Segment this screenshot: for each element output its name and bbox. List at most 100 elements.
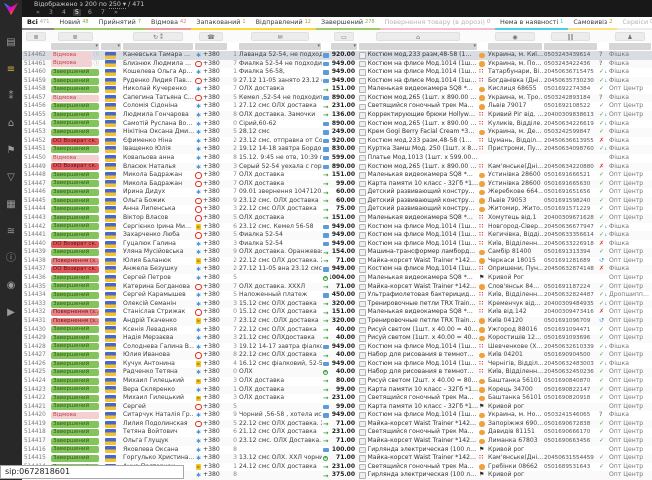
table-row[interactable]: 514429ЗавершенийНадія Мерзаєва∗+380321.1…	[22, 334, 652, 343]
tab-Запакований[interactable]: Запакований1	[191, 17, 250, 30]
filter-source[interactable]	[609, 43, 651, 50]
table-row[interactable]: 514448ЗавершенийМикола Бадражан+3807ОЛХ …	[22, 171, 652, 180]
table-row[interactable]: 514415ЗавершенийГоргулько Христина…∗+380…	[22, 454, 652, 463]
table-row[interactable]: 514425ЗавершенийРадченко Тетяна∗+3800ОЛХ…	[22, 368, 652, 377]
table-row[interactable]: 514430ЗавершенийКсенія Левадняя∗+380722.…	[22, 326, 652, 335]
info-icon[interactable]: ⓘ	[0, 245, 22, 272]
stats-icon[interactable]: ▦	[0, 191, 22, 218]
pager-page-3[interactable]: 3	[47, 9, 55, 16]
table-row[interactable]: 514442ЗавершенийСергієнко Ірина Ми…lc+38…	[22, 223, 652, 232]
table-row[interactable]: 514440DO Возврат ск.Гуцалюк Галина∗+3803…	[22, 240, 652, 249]
table-row[interactable]: 514432Повернення (з…Станіслав Стрижак+38…	[22, 308, 652, 317]
table-row[interactable]: 514449DO Возврат ск.Власюк Наталья∗+3803…	[22, 163, 652, 172]
tab-Сервіси[interactable]: Сервіси0	[617, 17, 652, 30]
partners-icon[interactable]: ◉	[0, 272, 22, 299]
filter-name[interactable]	[123, 43, 193, 50]
table-row[interactable]: 514421ЗавершенийСергей+380599.00Карта па…	[22, 403, 652, 412]
customers-icon[interactable]: ⁑	[0, 83, 22, 110]
per-page-dropdown[interactable]: 250 ▾	[109, 1, 126, 9]
pager-page-6[interactable]: 6	[86, 9, 94, 16]
table-row[interactable]: 514447ЗавершенийМикола Бадражан+3807ОЛХ …	[22, 180, 652, 189]
filter-product[interactable]: ▾	[359, 43, 477, 50]
table-row[interactable]: 514435ЗавершенийКатерина Богданова+3807О…	[22, 283, 652, 292]
table-row[interactable]: 514423ЗавершенийВера Скляренко∗+3801ОЛХ …	[22, 386, 652, 395]
tab-Всі[interactable]: Всі471	[22, 17, 54, 30]
pager-page-5[interactable]: 5	[73, 9, 81, 16]
table-row[interactable]: 514436ЗавершенийСергей Петров∗+3805₴1004…	[22, 274, 652, 283]
tab-Повернення товару (в дорозі)[interactable]: Повернення товару (в дорозі)0	[380, 17, 495, 30]
dashboard-icon[interactable]: ▤	[0, 29, 22, 56]
table-row[interactable]: 514418ЗавершенийТетяна Войтович∗+380621.…	[22, 428, 652, 437]
tab-Прийнятий[interactable]: Прийнятий7	[94, 17, 146, 30]
table-row[interactable]: 514445ЗавершенийОльга Божик+380923.12 см…	[22, 197, 652, 206]
table-row[interactable]: 514422ЗавершенийМихаил Гилецькийlc+3803О…	[22, 394, 652, 403]
orders-icon[interactable]: ≡	[0, 56, 22, 83]
pager-last-icon[interactable]: »	[112, 9, 120, 16]
table-row[interactable]: 514434ЗавершенийСергей Карамышев∗+3805На…	[22, 291, 652, 300]
table-row[interactable]: 514451ЗавершенийІващенко Юлія∗+380219.12…	[22, 145, 652, 154]
settings-icon[interactable]: ≋	[0, 218, 22, 245]
tab-Самовивіз[interactable]: Самовивіз2	[568, 17, 617, 30]
money-icon[interactable]: ▭	[334, 32, 354, 41]
table-row[interactable]: 514461ВідмоваⓘБлизнюк Людмила …+3807Фиал…	[22, 60, 652, 69]
table-row[interactable]: 514459ЗавершенийРуденко Лидия Пав…+38092…	[22, 77, 652, 86]
filter-tracking[interactable]	[544, 43, 597, 50]
tab-Завершений[interactable]: Завершений278	[316, 17, 380, 30]
products-icon[interactable]: ⚑	[0, 137, 22, 164]
table-row[interactable]: 514419ЗавершенийЛилия Подолинская+380522…	[22, 420, 652, 429]
filter-comment[interactable]: ▾	[239, 43, 321, 50]
table-row[interactable]: 514452DO Возврат ск.Єфименко Ніна∗+38022…	[22, 137, 652, 146]
pager-page-4[interactable]: 4	[60, 9, 68, 16]
comment-icon[interactable]: ✉	[251, 32, 310, 41]
table-row[interactable]: 514441ЗавершенийЗахарченко Люба+3805Фиал…	[22, 231, 652, 240]
tab-Відправлений[interactable]: Відправлений12	[251, 17, 316, 30]
table-row[interactable]: 514420ВідмоваСитарчук Наталія Гр…∗+3809Ч…	[22, 411, 652, 420]
filter-price[interactable]: ▾	[331, 43, 357, 50]
status-icon[interactable]: ≣	[58, 32, 93, 41]
table-row[interactable]: 514431Повернення (з…Андрій Ткаченкоlc+38…	[22, 317, 652, 326]
table-row[interactable]: 514439ЗавершенийУляна Мусійовська∗+3809О…	[22, 248, 652, 257]
order-list-icon[interactable]: ≣	[26, 32, 46, 41]
location-pin-icon[interactable]: ◉	[495, 32, 534, 41]
person-icon[interactable]: ♟	[615, 32, 646, 41]
table-row[interactable]: 514437DO Возврат ск.Анжела Безушку∗+3802…	[22, 265, 652, 274]
table-row[interactable]: 514460ЗавершенийКошелева Ольга Ар…∗+3801…	[22, 68, 652, 77]
table-row[interactable]: 514456ЗавершенийСоломія Сідоніна∗+380127…	[22, 102, 652, 111]
table-row[interactable]: 514427ЗавершенийЮлия Иванова+380822.12 с…	[22, 351, 652, 360]
product-bag-icon[interactable]: ⌂	[376, 32, 460, 41]
table-row[interactable]: 514462ВідмоваⓘКаневська Тамара …∗+3801Ла…	[22, 51, 652, 60]
vodafone-icon	[195, 61, 202, 68]
pager-page-7[interactable]: 7	[99, 9, 107, 16]
refresh-people-icon[interactable]: ↻ ⁑	[133, 32, 183, 41]
tab-Новий[interactable]: Новий48	[54, 17, 93, 30]
filter-destination[interactable]	[488, 43, 542, 50]
table-row[interactable]: 514446ЗавершенийИрина Дидух∗+380709.01 з…	[22, 188, 652, 197]
filter-phone[interactable]	[195, 43, 227, 50]
video-icon[interactable]: ▶	[0, 299, 22, 326]
table-row[interactable]: 514426ЗавершенийКучук Антонинаlc+380416.…	[22, 360, 652, 369]
table-row[interactable]: 514455ЗавершенийЛюдмила Гончарова∗+3808О…	[22, 111, 652, 120]
table-row[interactable]: 514457ВідмоваСапегина Татьяна С…+3805Кем…	[22, 94, 652, 103]
funnel-icon[interactable]: ▽	[0, 164, 22, 191]
table-row[interactable]: 514433ЗавершенийОлексій Семанін∗+380315.…	[22, 300, 652, 309]
company-icon[interactable]: ⌂	[0, 110, 22, 137]
filter-status[interactable]: ▾	[51, 43, 99, 50]
app-logo-icon[interactable]	[4, 3, 18, 15]
table-row[interactable]: 514417ЗавершенийОльга Глущук∗+380023.12 …	[22, 437, 652, 446]
barcode-icon[interactable]: ‖‖	[551, 32, 590, 41]
table-row[interactable]: 514450ВідмоваКовальова анна∗+380815.12. …	[22, 154, 652, 163]
table-row[interactable]: 514444ЗавершенийАнна Липенська+380322.12…	[22, 205, 652, 214]
table-row[interactable]: 514453ЗавершенийНікітіна Оксана Дми…∗+38…	[22, 128, 652, 137]
table-row[interactable]: 514424ЗавершенийМихаил Гилецькийlc+3803О…	[22, 377, 652, 386]
table-row[interactable]: 514416ЗавершенийЯковлева Оксана∗+3808100…	[22, 446, 652, 455]
tab-Нема в наявності[interactable]: Нема в наявності1	[495, 17, 568, 30]
table-row[interactable]: 514428ЗавершенийСолоднева Галина В…∗+380…	[22, 343, 652, 352]
table-row[interactable]: 514443ЗавершенийВіктор Власов+3805ОЛХ до…	[22, 214, 652, 223]
table-row[interactable]: 514438Повернення (з…Юлия Баланюкlc+38022…	[22, 257, 652, 266]
table-row[interactable]: 514458ЗавершенийНиколай Кучеренко∗+3807О…	[22, 85, 652, 94]
filter-flag[interactable]: ▾	[101, 43, 121, 50]
pager-first-icon[interactable]: «	[34, 9, 42, 16]
table-row[interactable]: 514454ЗавершенийСамотій Руслана Во…∗+380…	[22, 120, 652, 129]
phone-icon[interactable]: ☎	[199, 32, 223, 41]
tab-Відмова[interactable]: Відмова42	[146, 17, 191, 30]
